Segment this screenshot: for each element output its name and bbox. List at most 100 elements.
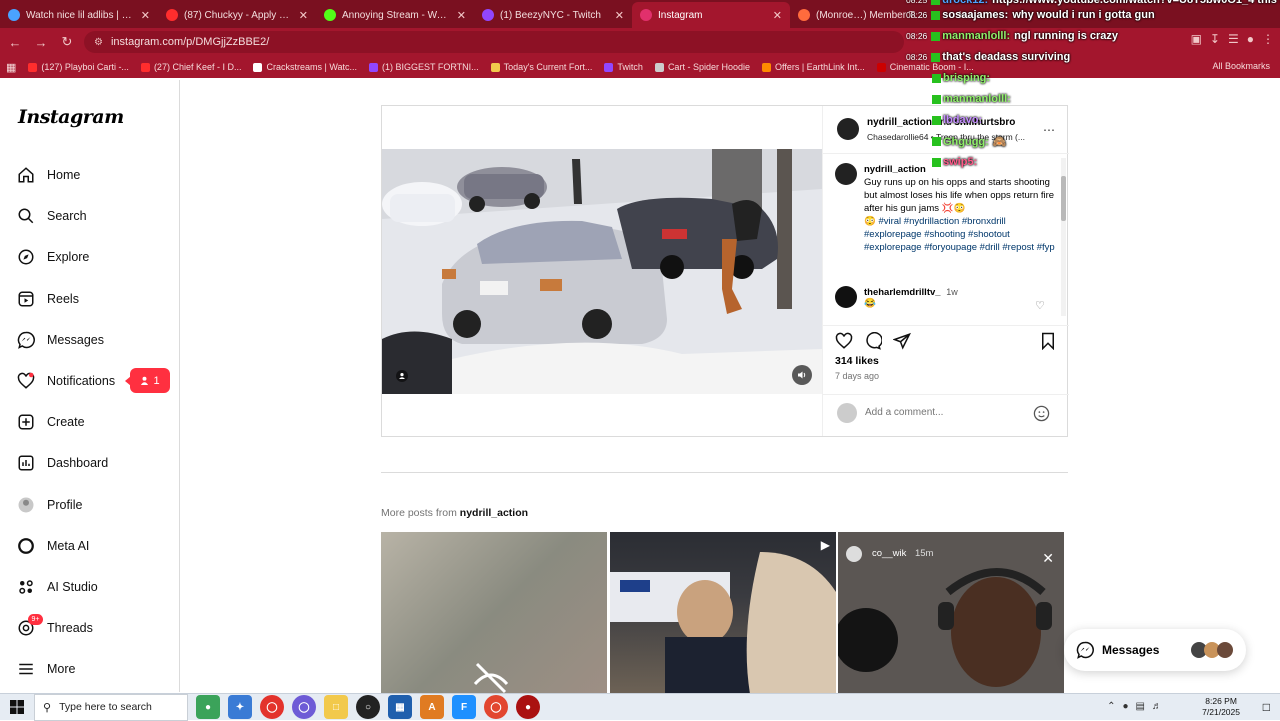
- tray-expand-icon[interactable]: ⌃: [1107, 701, 1115, 712]
- bookmark-item[interactable]: Crackstreams | Watc...: [247, 62, 363, 72]
- more-post-thumbnail[interactable]: [381, 532, 607, 694]
- tagged-user-icon[interactable]: [396, 369, 408, 382]
- more-post-thumbnail[interactable]: co__wik 15m ✕: [838, 532, 1064, 694]
- bookmark-item[interactable]: Today's Current Fort...: [485, 62, 599, 72]
- emoji-icon[interactable]: [1033, 405, 1050, 427]
- share-icon[interactable]: [892, 332, 911, 355]
- taskbar-app-icon[interactable]: ●: [516, 695, 540, 719]
- commenter-avatar[interactable]: [835, 286, 857, 308]
- clock-date: 7/21/2025: [1202, 707, 1240, 717]
- extensions-icon[interactable]: ☰: [1228, 32, 1239, 46]
- author-avatar[interactable]: [837, 118, 859, 140]
- post-author-link[interactable]: nydrill_action: [867, 117, 932, 128]
- apps-icon[interactable]: ▦: [0, 61, 22, 74]
- windows-start-icon[interactable]: [10, 700, 24, 719]
- file-explorer-icon[interactable]: □: [324, 695, 348, 719]
- network-icon[interactable]: ▤: [1136, 701, 1145, 712]
- story-avatar: [846, 546, 862, 562]
- caption-avatar[interactable]: [835, 163, 857, 185]
- more-options-icon[interactable]: ⋯: [1043, 123, 1055, 137]
- bookmark-item[interactable]: (127) Playboi Carti -...: [22, 62, 135, 72]
- new-tab-icon[interactable]: +: [956, 6, 964, 22]
- sidebar-item-create[interactable]: Create: [16, 407, 85, 437]
- notifications-badge[interactable]: 1: [125, 368, 170, 393]
- volume-icon[interactable]: [792, 365, 812, 385]
- sidebar-item-dashboard[interactable]: Dashboard: [16, 448, 108, 478]
- comment-author[interactable]: theharlemdrilltv_: [864, 287, 941, 298]
- tab-close-icon[interactable]: ✕: [773, 9, 782, 22]
- comments-scrollbar-thumb[interactable]: [1061, 176, 1066, 221]
- tab-close-icon[interactable]: ✕: [141, 9, 150, 22]
- browser-tab[interactable]: Instagram ✕: [632, 2, 790, 28]
- sidebar-item-notifications[interactable]: Notifications: [16, 366, 115, 396]
- taskbar-app-icon[interactable]: ◯: [292, 695, 316, 719]
- site-info-icon[interactable]: ⚙: [94, 37, 103, 48]
- browser-tab[interactable]: (1) BeezyNYC - Twitch ✕: [474, 2, 632, 28]
- instagram-logo[interactable]: Instagram: [18, 106, 124, 128]
- taskbar-clock[interactable]: 8:26 PM 7/21/2025: [1202, 696, 1240, 718]
- microphone-icon[interactable]: ●: [1123, 701, 1129, 712]
- tab-close-icon[interactable]: ✕: [931, 9, 940, 22]
- messages-floating-button[interactable]: Messages: [1064, 629, 1246, 671]
- tab-close-icon[interactable]: ✕: [615, 9, 624, 22]
- comment-like-icon[interactable]: ♡: [1035, 299, 1045, 312]
- tab-close-icon[interactable]: ✕: [457, 9, 466, 22]
- post-video[interactable]: [382, 149, 822, 394]
- sidebar-item-meta-ai[interactable]: Meta AI: [16, 531, 89, 561]
- browser-tab[interactable]: Watch nice lil adlibs | Streamab ✕: [0, 2, 158, 28]
- sidebar-item-home[interactable]: Home: [16, 160, 80, 190]
- bookmark-item[interactable]: Cart - Spider Hoodie: [649, 62, 756, 72]
- bookmark-item[interactable]: (1) BIGGEST FORTNI...: [363, 62, 485, 72]
- comments-scrollbar[interactable]: [1061, 158, 1066, 316]
- taskbar-app-icon[interactable]: F: [452, 695, 476, 719]
- bookmark-item[interactable]: Offers | EarthLink Int...: [756, 62, 871, 72]
- save-bookmark-icon[interactable]: [1039, 332, 1057, 355]
- forward-icon[interactable]: →: [30, 35, 52, 50]
- back-icon[interactable]: ←: [4, 35, 26, 50]
- url-field[interactable]: ⚙ instagram.com/p/DMGjjZzBBE2/: [84, 31, 904, 53]
- notification-center-icon[interactable]: □: [1263, 700, 1270, 714]
- kebab-menu-icon[interactable]: ⋮: [1262, 32, 1274, 46]
- volume-icon[interactable]: ♬: [1152, 701, 1162, 712]
- taskbar-app-icon[interactable]: ○: [356, 695, 380, 719]
- taskbar-app-icon[interactable]: ●: [196, 695, 220, 719]
- sidebar-item-messages[interactable]: Messages: [16, 325, 104, 355]
- taskbar-app-icon[interactable]: ✦: [228, 695, 252, 719]
- all-bookmarks-link[interactable]: All Bookmarks: [1212, 61, 1270, 71]
- likes-count[interactable]: 314 likes: [835, 355, 879, 367]
- browser-tab[interactable]: Annoying Stream - Watch Live ✕: [316, 2, 474, 28]
- taskbar-search[interactable]: ⚲ Type here to search: [34, 693, 188, 721]
- like-icon[interactable]: [835, 332, 853, 355]
- taskbar-app-icon[interactable]: A: [420, 695, 444, 719]
- sidebar-item-ai-studio[interactable]: AI Studio: [16, 572, 98, 602]
- browser-tab[interactable]: (Monroe…) Member Tagged ✕: [790, 2, 948, 28]
- sidebar-item-more[interactable]: More: [16, 654, 75, 684]
- more-post-thumbnail[interactable]: ▶: [610, 532, 836, 694]
- reload-icon[interactable]: ↻: [56, 34, 78, 50]
- taskbar-app-icon[interactable]: ◯: [484, 695, 508, 719]
- messenger-icon: [1076, 641, 1094, 659]
- bookmark-favicon-icon: [654, 62, 664, 72]
- cast-icon[interactable]: ▣: [1191, 32, 1202, 46]
- more-posts-user[interactable]: nydrill_action: [460, 507, 528, 519]
- add-comment-input[interactable]: [865, 407, 1025, 418]
- chrome-icon[interactable]: ◯: [260, 695, 284, 719]
- bookmark-item[interactable]: Twitch: [598, 62, 649, 72]
- sidebar-item-profile[interactable]: Profile: [16, 490, 82, 520]
- post-collaborator-link[interactable]: shiiihurtsbro: [954, 117, 1015, 128]
- caption-author[interactable]: nydrill_action: [864, 164, 926, 175]
- bookmark-item[interactable]: Cinematic Boom - I...: [871, 62, 980, 72]
- taskbar-app-icon[interactable]: ▦: [388, 695, 412, 719]
- close-icon[interactable]: ✕: [1042, 550, 1054, 567]
- sidebar-item-reels[interactable]: Reels: [16, 284, 79, 314]
- bookmark-item[interactable]: (27) Chief Keef - I D...: [135, 62, 248, 72]
- browser-tab[interactable]: (87) Chuckyy - Apply Pressure ✕: [158, 2, 316, 28]
- download-icon[interactable]: ↧: [1210, 32, 1220, 46]
- sidebar-item-explore[interactable]: Explore: [16, 242, 89, 272]
- tab-close-icon[interactable]: ✕: [299, 9, 308, 22]
- post-audio-info[interactable]: Chasedarollie64 • Troop thru the storm (…: [867, 132, 1025, 142]
- comment-icon[interactable]: [864, 332, 883, 355]
- caption-hashtags[interactable]: 😳 #viral #nydrillaction #bronxdrill #exp…: [864, 215, 1056, 254]
- profile-icon[interactable]: ●: [1247, 32, 1254, 46]
- sidebar-item-search[interactable]: Search: [16, 201, 87, 231]
